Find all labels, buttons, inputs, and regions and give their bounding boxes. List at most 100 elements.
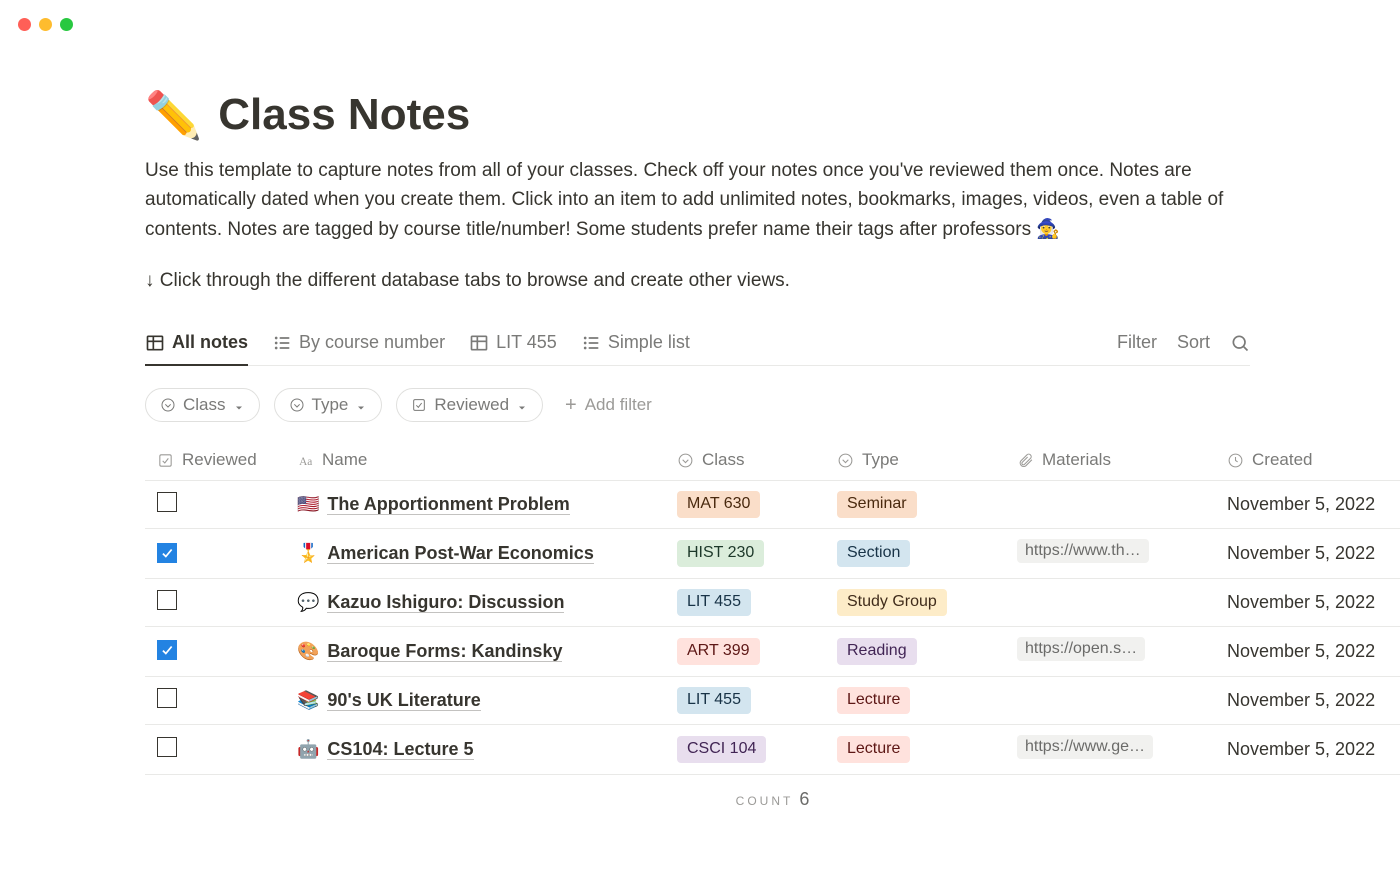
notes-table: ReviewedAaNameClassTypeMaterialsCreated …: [145, 440, 1400, 819]
type-tag[interactable]: Section: [837, 540, 910, 567]
note-title[interactable]: Kazuo Ishiguro: Discussion: [327, 592, 564, 613]
filter-button[interactable]: Filter: [1117, 332, 1157, 353]
filter-pill-class[interactable]: Class: [145, 388, 260, 422]
add-filter-button[interactable]: + Add filter: [557, 389, 660, 421]
note-title[interactable]: 90's UK Literature: [327, 690, 480, 711]
tab-by-course-number[interactable]: By course number: [272, 332, 445, 365]
select-icon: [677, 452, 694, 469]
select-icon: [160, 397, 176, 413]
table-row[interactable]: 🎖️ American Post-War Economics HIST 230 Sec…: [145, 529, 1400, 579]
table-row[interactable]: 📚90's UK LiteratureLIT 455LectureNovembe…: [145, 676, 1400, 724]
reviewed-checkbox[interactable]: [157, 590, 177, 610]
row-emoji-icon: 🎖️: [297, 543, 319, 563]
count-value: 6: [799, 789, 809, 809]
checkbox-icon: [411, 397, 427, 413]
tab-label: LIT 455: [496, 332, 557, 353]
table-row[interactable]: 🎨Baroque Forms: KandinskyART 399Readingh…: [145, 626, 1400, 676]
window-traffic-lights[interactable]: [18, 18, 73, 31]
table-footer: COUNT 6: [145, 774, 1400, 820]
tab-simple-list[interactable]: Simple list: [581, 332, 690, 365]
materials-link[interactable]: https://www.th…: [1017, 539, 1149, 563]
reviewed-checkbox[interactable]: [157, 492, 177, 512]
class-tag[interactable]: MAT 630: [677, 491, 760, 518]
sort-button[interactable]: Sort: [1177, 332, 1210, 353]
search-icon[interactable]: [1230, 333, 1250, 353]
attachment-icon: [1017, 452, 1034, 469]
tab-label: By course number: [299, 332, 445, 353]
list-icon: [581, 333, 601, 353]
reviewed-checkbox[interactable]: [157, 737, 177, 757]
column-header-reviewed[interactable]: Reviewed: [145, 440, 285, 481]
table-row[interactable]: 🇺🇸The Apportionment ProblemMAT 630Semina…: [145, 481, 1400, 529]
page-title[interactable]: Class Notes: [218, 90, 470, 140]
chevron-down-icon: [516, 399, 528, 411]
table-row[interactable]: 🤖 CS104: Lecture 5 CSCI 104 Lecture https://…: [145, 724, 1400, 774]
select-icon: [837, 452, 854, 469]
column-header-label: Reviewed: [182, 450, 257, 470]
filter-pill-label: Reviewed: [434, 395, 509, 415]
tab-label: Simple list: [608, 332, 690, 353]
row-emoji-icon: 🤖: [297, 739, 319, 759]
column-header-label: Type: [862, 450, 899, 470]
views-hint: ↓ Click through the different database t…: [145, 270, 1400, 292]
note-title[interactable]: Baroque Forms: Kandinsky: [327, 641, 562, 662]
class-tag[interactable]: ART 399: [677, 638, 760, 665]
row-emoji-icon: 📚: [297, 690, 319, 710]
column-header-type[interactable]: Type: [825, 440, 1005, 481]
created-date: November 5, 2022: [1227, 494, 1375, 514]
tab-all-notes[interactable]: All notes: [145, 332, 248, 365]
select-icon: [289, 397, 305, 413]
type-tag[interactable]: Reading: [837, 638, 917, 665]
note-title[interactable]: CS104: Lecture 5: [327, 739, 473, 760]
reviewed-checkbox[interactable]: [157, 688, 177, 708]
column-header-class[interactable]: Class: [665, 440, 825, 481]
add-filter-label: Add filter: [585, 395, 652, 415]
views-tabs-row: All notes By course number LIT 455 Simple l…: [145, 332, 1250, 366]
materials-link[interactable]: https://www.ge…: [1017, 735, 1153, 759]
row-emoji-icon: 💬: [297, 592, 319, 612]
note-title[interactable]: The Apportionment Problem: [327, 494, 569, 515]
class-tag[interactable]: LIT 455: [677, 687, 751, 714]
note-title[interactable]: American Post-War Economics: [327, 543, 593, 564]
list-icon: [272, 333, 292, 353]
class-tag[interactable]: HIST 230: [677, 540, 764, 567]
reviewed-checkbox[interactable]: [157, 640, 177, 660]
minimize-window-button[interactable]: [39, 18, 52, 31]
created-date: November 5, 2022: [1227, 739, 1375, 759]
close-window-button[interactable]: [18, 18, 31, 31]
page-icon[interactable]: ✏️: [145, 92, 202, 138]
class-tag[interactable]: CSCI 104: [677, 736, 766, 763]
tab-label: All notes: [172, 332, 248, 353]
column-header-name[interactable]: Aa Name: [285, 440, 665, 481]
reviewed-checkbox[interactable]: [157, 543, 177, 563]
page-description: Use this template to capture notes from …: [145, 156, 1225, 244]
table-row[interactable]: 💬 Kazuo Ishiguro: Discussion LIT 455 Study …: [145, 579, 1400, 627]
class-tag[interactable]: LIT 455: [677, 589, 751, 616]
checkbox-icon: [157, 452, 174, 469]
count-label: COUNT: [736, 794, 794, 808]
type-tag[interactable]: Lecture: [837, 736, 910, 763]
table-icon: [145, 333, 165, 353]
type-tag[interactable]: Lecture: [837, 687, 910, 714]
column-header-label: Materials: [1042, 450, 1111, 470]
filter-pill-reviewed[interactable]: Reviewed: [396, 388, 543, 422]
svg-text:Aa: Aa: [299, 456, 312, 468]
materials-link[interactable]: https://open.s…: [1017, 637, 1145, 661]
column-header-materials[interactable]: Materials: [1005, 440, 1215, 481]
chevron-down-icon: [355, 399, 367, 411]
column-header-label: Name: [322, 450, 367, 470]
page-content: ✏️ Class Notes Use this template to capt…: [0, 0, 1400, 820]
type-tag[interactable]: Study Group: [837, 589, 947, 616]
column-header-label: Class: [702, 450, 745, 470]
clock-icon: [1227, 452, 1244, 469]
plus-icon: +: [565, 395, 577, 415]
column-header-label: Created: [1252, 450, 1312, 470]
type-tag[interactable]: Seminar: [837, 491, 917, 518]
filter-pill-label: Class: [183, 395, 226, 415]
text-icon: Aa: [297, 452, 314, 469]
tab-lit-455[interactable]: LIT 455: [469, 332, 557, 365]
filter-pill-type[interactable]: Type: [274, 388, 383, 422]
filter-pill-label: Type: [312, 395, 349, 415]
maximize-window-button[interactable]: [60, 18, 73, 31]
column-header-created[interactable]: Created: [1215, 440, 1400, 481]
